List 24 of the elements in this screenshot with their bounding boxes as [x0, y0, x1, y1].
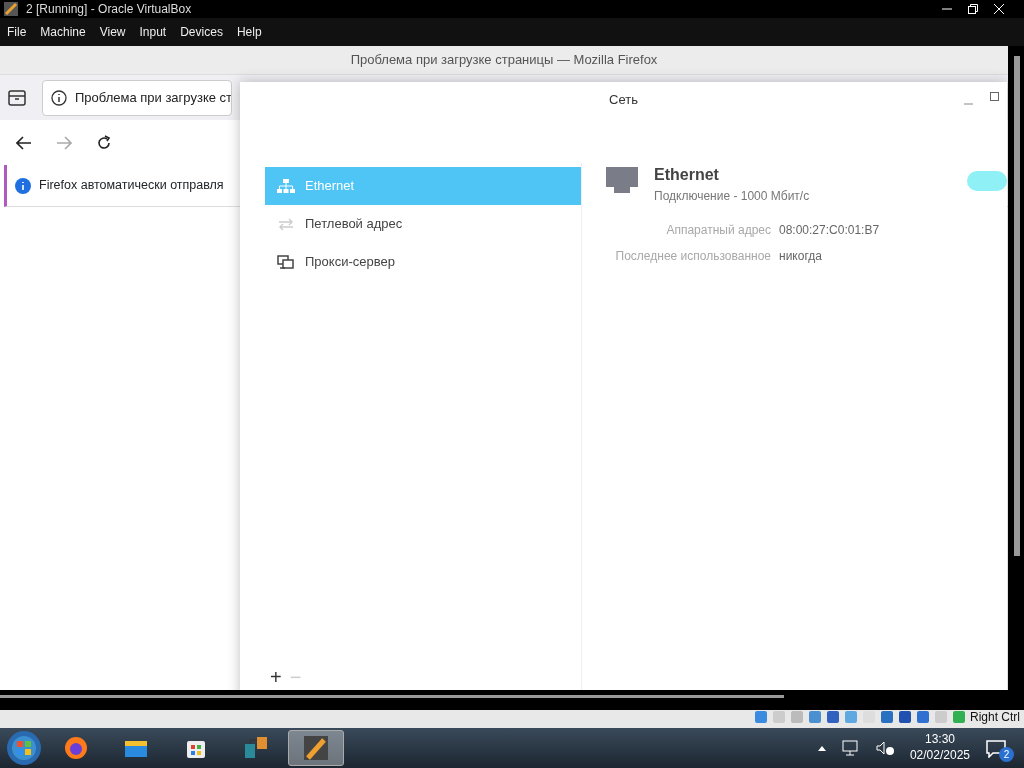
- sidebar-item[interactable]: Петлевой адрес: [265, 205, 581, 243]
- host-key-label: Right Ctrl: [970, 708, 1020, 726]
- notification-text: Firefox автоматически отправля: [39, 177, 224, 195]
- notification-badge: 2: [999, 747, 1014, 762]
- clock[interactable]: 13:30 02/02/2025: [909, 732, 970, 764]
- menu-item[interactable]: Machine: [33, 23, 93, 41]
- connection-name: Ethernet: [654, 165, 720, 185]
- menu-item[interactable]: Devices: [173, 23, 230, 41]
- dialog-title: Сеть: [609, 91, 638, 110]
- connection-status: Подключение - 1000 Мбит/с: [654, 188, 810, 205]
- menu-item[interactable]: View: [92, 23, 133, 41]
- sidebar-item[interactable]: Прокси-сервер: [265, 243, 581, 281]
- field-label: Аппаратный адрес: [665, 222, 771, 239]
- menu-item[interactable]: Help: [229, 23, 269, 41]
- field-value: никогда: [779, 248, 822, 265]
- window-title: 2 [Running] - Oracle VirtualBox: [26, 1, 192, 18]
- add-button[interactable]: +: [270, 667, 282, 687]
- window-title: Проблема при загрузке страницы — Mozilla Firefox: [350, 51, 658, 70]
- tab-title: Проблема при загрузке ст: [75, 88, 231, 107]
- field-value: 08:00:27:C0:01:B7: [779, 222, 880, 239]
- field-label: Последнее использованное: [614, 248, 771, 265]
- browser-tab[interactable]: Проблема при загрузке ст: [42, 79, 232, 116]
- menu-item[interactable]: File: [0, 23, 34, 41]
- menu-item[interactable]: Input: [132, 23, 174, 41]
